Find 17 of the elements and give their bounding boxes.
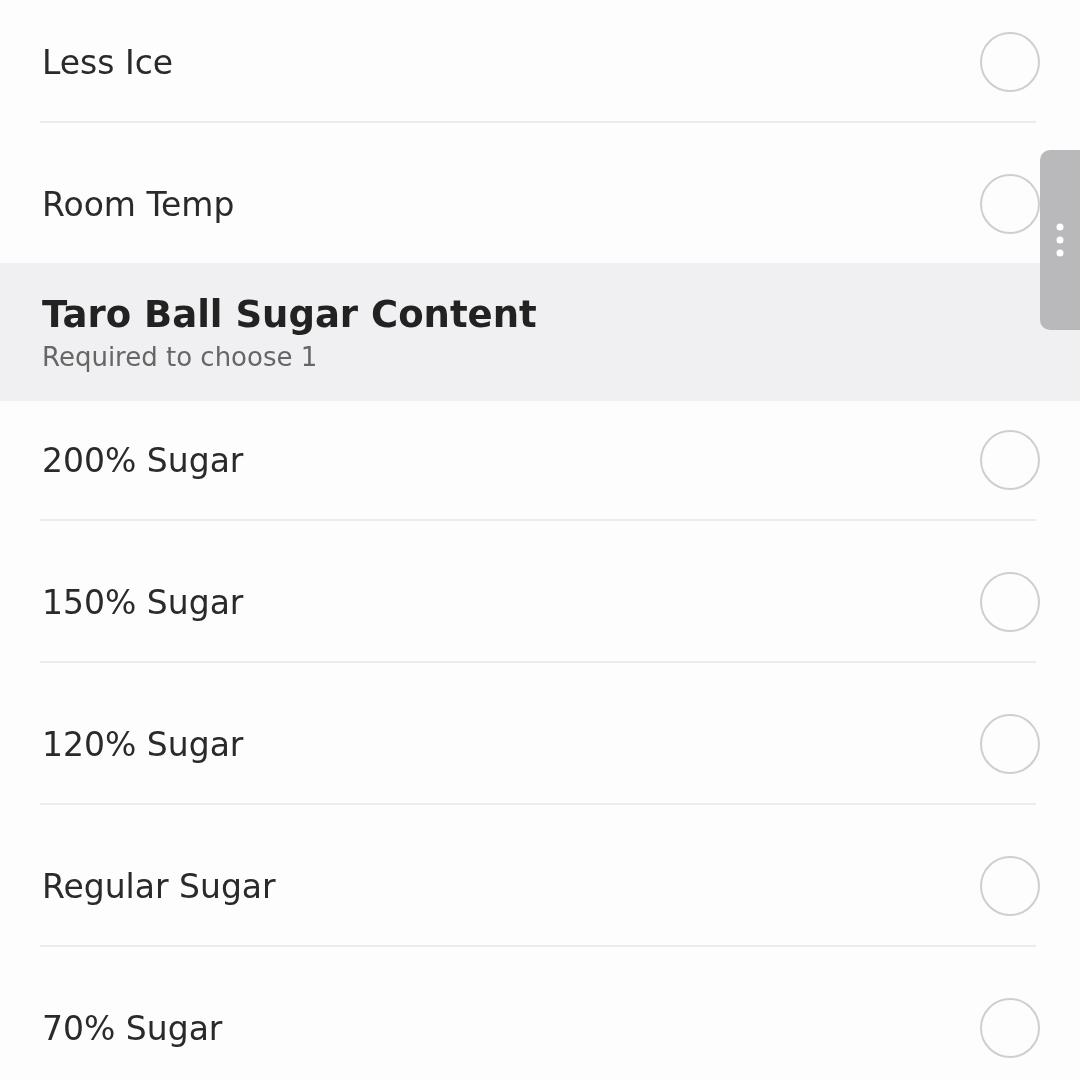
radio-button[interactable] [980,572,1040,632]
option-label: 120% Sugar [42,724,244,764]
radio-button[interactable] [980,998,1040,1058]
option-label: Room Temp [42,184,235,224]
radio-button[interactable] [980,430,1040,490]
option-label: Less Ice [42,42,174,82]
radio-button[interactable] [980,32,1040,92]
more-icon[interactable] [1056,223,1064,257]
radio-button[interactable] [980,714,1040,774]
section-title: Taro Ball Sugar Content [42,292,538,336]
option-label: Regular Sugar [42,866,276,906]
option-label: 150% Sugar [42,582,244,622]
side-handle[interactable] [1040,150,1080,330]
option-label: 70% Sugar [42,1008,223,1048]
radio-button[interactable] [980,856,1040,916]
section-subtitle: Required to choose 1 [42,341,319,372]
option-label: 200% Sugar [42,440,244,480]
